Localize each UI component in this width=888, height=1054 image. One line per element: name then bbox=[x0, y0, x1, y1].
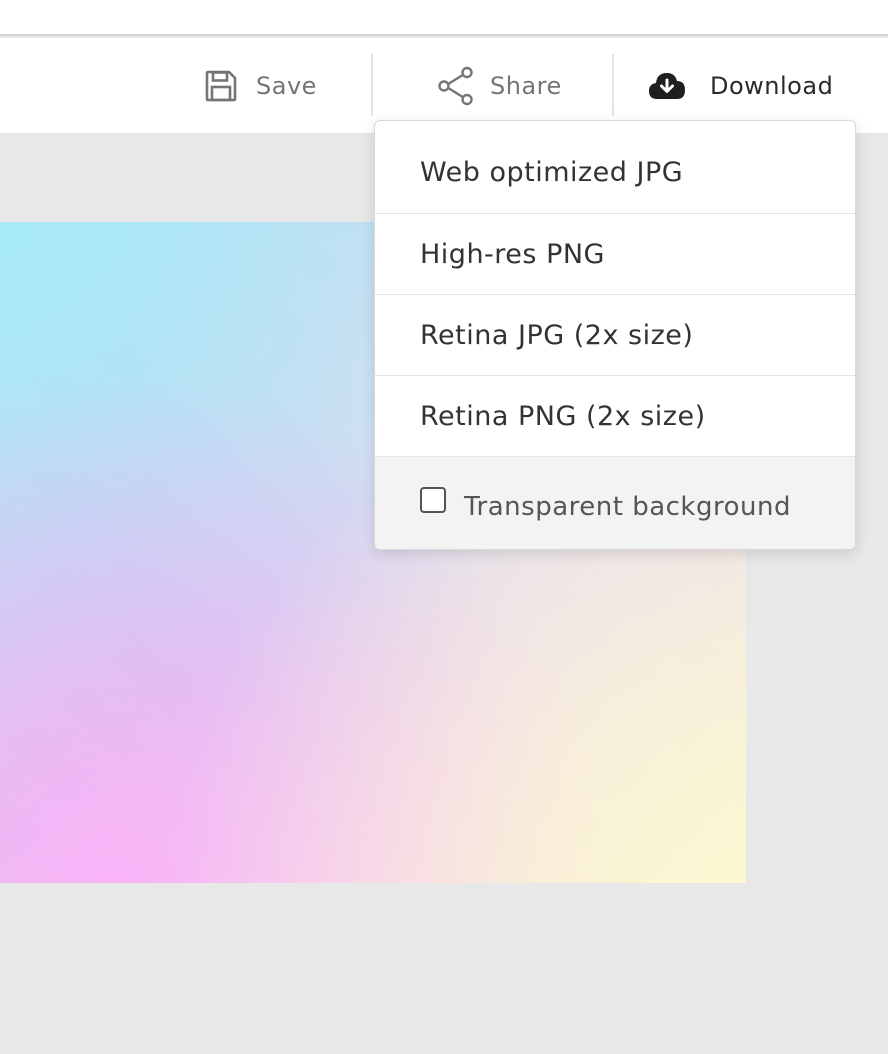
transparent-background-option[interactable]: Transparent background bbox=[375, 457, 855, 549]
menu-item-label: High-res PNG bbox=[420, 238, 605, 270]
share-label: Share bbox=[490, 72, 562, 100]
floppy-disk-icon bbox=[202, 67, 240, 105]
download-dropdown-menu: Web optimized JPG High-res PNG Retina JP… bbox=[374, 120, 856, 550]
menu-item-web-optimized-jpg[interactable]: Web optimized JPG bbox=[375, 121, 855, 214]
menu-item-retina-jpg[interactable]: Retina JPG (2x size) bbox=[375, 295, 855, 376]
share-nodes-icon bbox=[436, 66, 476, 106]
toolbar-divider bbox=[371, 54, 373, 116]
save-button[interactable]: Save bbox=[202, 38, 317, 134]
menu-item-label: Retina JPG (2x size) bbox=[420, 319, 694, 351]
menu-item-retina-png[interactable]: Retina PNG (2x size) bbox=[375, 376, 855, 457]
menu-item-label: Web optimized JPG bbox=[420, 156, 684, 188]
download-label: Download bbox=[710, 72, 834, 100]
save-label: Save bbox=[256, 72, 317, 100]
transparent-background-checkbox[interactable] bbox=[420, 487, 446, 513]
cloud-download-icon bbox=[646, 68, 688, 104]
menu-item-high-res-png[interactable]: High-res PNG bbox=[375, 214, 855, 295]
top-strip bbox=[0, 0, 888, 36]
transparent-background-label: Transparent background bbox=[464, 492, 791, 522]
toolbar-divider bbox=[612, 54, 614, 116]
menu-item-label: Retina PNG (2x size) bbox=[420, 400, 706, 432]
